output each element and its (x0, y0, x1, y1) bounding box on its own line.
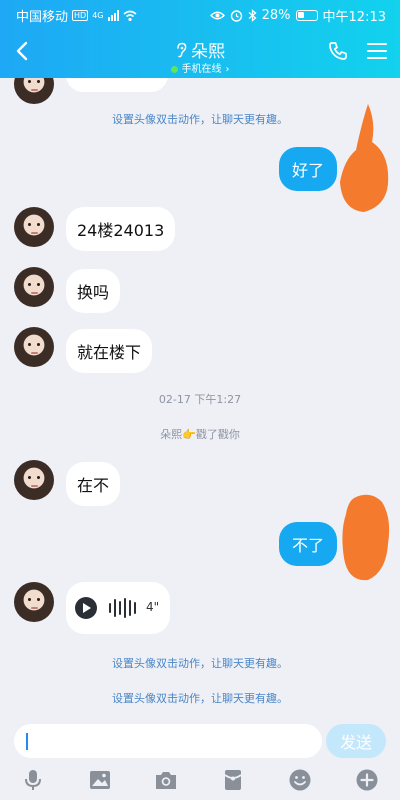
voice-duration: 4" (146, 600, 160, 614)
poke-text: 戳了戳你 (195, 428, 240, 441)
clock: 中午12:13 (322, 10, 386, 25)
voice-message-bubble[interactable]: 4" (66, 582, 170, 634)
contact-avatar[interactable] (14, 582, 54, 622)
message-bubble-incoming[interactable]: 就在楼下 (66, 329, 153, 373)
emoji-icon[interactable] (288, 768, 312, 792)
network-type: 4G (92, 11, 104, 20)
message-bubble-incoming[interactable]: 换吗 (66, 269, 121, 313)
contact-avatar[interactable] (14, 207, 54, 247)
message-timestamp: 02-17 下午1:27 (158, 393, 242, 406)
message-bubble-incoming-cut[interactable] (66, 78, 168, 92)
orange-scribble-avatar-cover (342, 494, 390, 581)
avatar-hint-link[interactable]: 设置头像双击动作，让聊天更有趣。 (0, 655, 400, 671)
send-button[interactable]: 发送 (326, 724, 386, 758)
input-bar: 发送 (0, 718, 400, 800)
status-bar: 中国移动 HD 4G 28% 中午12:13 (0, 0, 400, 28)
battery-percent: 28% (261, 8, 291, 23)
contact-avatar[interactable] (14, 460, 54, 500)
eye-icon (209, 11, 225, 20)
red-packet-icon[interactable] (221, 768, 245, 792)
presence-text: 手机在线 (181, 63, 222, 75)
message-bubble-outgoing[interactable]: 好了 (279, 147, 338, 191)
poke-name: 朵熙 (160, 428, 183, 441)
play-icon[interactable] (75, 597, 97, 619)
signal-icon (107, 10, 119, 21)
contact-name: 朵熙 (191, 42, 225, 62)
carrier-name: 中国移动 (16, 10, 69, 25)
plus-icon[interactable] (355, 768, 379, 792)
presence-status: 手机在线 › (170, 63, 230, 76)
hearing-icon (177, 42, 187, 57)
online-dot (170, 66, 178, 73)
bluetooth-icon (248, 9, 257, 22)
message-bubble-outgoing[interactable]: 不了 (279, 522, 338, 566)
message-bubble-incoming[interactable]: 24楼24013 (66, 207, 176, 251)
message-list[interactable]: 设置头像双击动作，让聊天更有趣。 好了 24楼24013 换吗 就在楼下 02-… (0, 78, 400, 718)
input-toolbar (0, 768, 400, 796)
text-cursor (26, 733, 28, 750)
presence-arrow: › (225, 63, 230, 75)
avatar-hint-link[interactable]: 设置头像双击动作，让聊天更有趣。 (0, 690, 400, 706)
battery-icon (295, 10, 318, 21)
chat-header: 中国移动 HD 4G 28% 中午12:13 朵熙 手机在线 › (0, 0, 400, 78)
nav-bar: 朵熙 手机在线 › (0, 34, 400, 78)
contact-title: 朵熙 (175, 37, 225, 62)
poke-notice: 朵熙👉戳了戳你 (0, 426, 400, 442)
voice-waveform (109, 598, 136, 618)
orange-scribble-avatar-cover (340, 104, 389, 212)
message-input[interactable] (14, 724, 322, 758)
message-bubble-incoming[interactable]: 在不 (66, 462, 121, 506)
phone-icon[interactable] (328, 41, 348, 61)
contact-avatar[interactable] (14, 78, 54, 104)
hd-badge: HD (72, 10, 89, 21)
contact-avatar[interactable] (14, 267, 54, 307)
poke-hand-icon: 👉 (182, 428, 196, 441)
image-icon[interactable] (88, 768, 112, 792)
camera-icon[interactable] (154, 768, 178, 792)
wifi-icon (122, 10, 137, 21)
alarm-icon (230, 10, 242, 22)
menu-icon[interactable] (367, 42, 387, 60)
microphone-icon[interactable] (21, 768, 45, 792)
contact-avatar[interactable] (14, 327, 54, 367)
